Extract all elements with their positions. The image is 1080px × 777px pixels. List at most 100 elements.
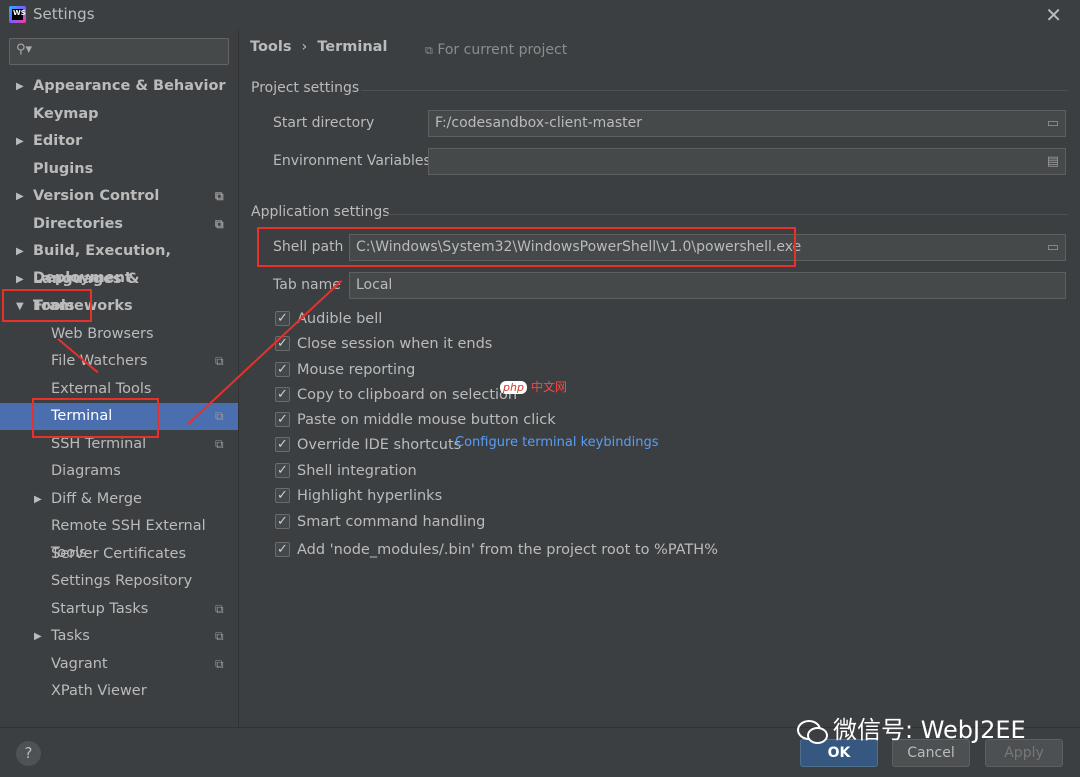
- checkbox[interactable]: [275, 358, 290, 382]
- wechat-watermark: 微信号: WebJ2EE: [795, 710, 1026, 745]
- search-input[interactable]: ⚲▾: [9, 38, 229, 65]
- breadcrumb-parent[interactable]: Tools: [250, 39, 292, 55]
- sidebar-item-label: Diff & Merge: [51, 490, 142, 507]
- chevron-right-icon[interactable]: ▶: [16, 183, 24, 210]
- project-scope-icon: ⧉: [215, 216, 224, 231]
- folder-icon[interactable]: ▭: [1047, 235, 1059, 260]
- project-scope-icon: ⧉: [215, 601, 224, 616]
- checkbox[interactable]: [275, 307, 290, 331]
- sidebar-item-label: XPath Viewer: [51, 683, 147, 699]
- title-bar: WS Settings ✕: [0, 0, 1080, 30]
- window-title: Settings: [33, 5, 95, 23]
- sidebar-item-vagrant[interactable]: Vagrant ⧉: [0, 651, 238, 678]
- start-directory-field[interactable]: F:/codesandbox-client-master ▭: [428, 110, 1066, 137]
- checkbox-label: Paste on middle mouse button click: [297, 412, 556, 428]
- checkbox[interactable]: [275, 408, 290, 432]
- sidebar-item-build-execution-deployment[interactable]: ▶ Build, Execution, Deployment: [0, 238, 238, 286]
- checkbox-label: Override IDE shortcuts: [297, 437, 462, 453]
- tab-name-field[interactable]: Local: [349, 272, 1066, 299]
- sidebar-item-web-browsers[interactable]: Web Browsers: [0, 321, 238, 348]
- sidebar-item-version-control[interactable]: ▶ Version Control ⧉: [0, 183, 238, 210]
- checkbox[interactable]: [275, 433, 290, 457]
- checkbox[interactable]: [275, 484, 290, 508]
- sidebar-item-label: Directories: [33, 215, 124, 232]
- sidebar-item-appearance-behavior[interactable]: ▶ Appearance & Behavior: [0, 73, 238, 100]
- chevron-right-icon[interactable]: ▶: [34, 623, 42, 650]
- checkbox-label: Close session when it ends: [297, 336, 493, 352]
- tools-highlight: [2, 289, 92, 322]
- sidebar-item-label: Startup Tasks: [51, 600, 149, 617]
- section-divider: [385, 214, 1068, 215]
- project-scope-icon: ⧉: [215, 189, 224, 203]
- configure-keybindings-link[interactable]: Configure terminal keybindings: [455, 435, 659, 450]
- checkbox-label: Copy to clipboard on selection: [297, 387, 518, 403]
- breadcrumb-separator: ›: [301, 39, 308, 55]
- search-icon: ⚲▾: [16, 42, 33, 57]
- checkbox-label: Mouse reporting: [297, 362, 416, 378]
- tab-name-value: Local: [356, 277, 393, 293]
- project-settings-title: Project settings: [251, 80, 360, 96]
- sidebar-item-remote-ssh-external-tools[interactable]: Remote SSH External Tools: [0, 513, 238, 561]
- sidebar-item-editor[interactable]: ▶ Editor: [0, 128, 238, 155]
- edit-list-icon[interactable]: ▤: [1047, 149, 1059, 174]
- chevron-right-icon[interactable]: ▶: [16, 128, 24, 155]
- project-scope-icon: ⧉: [215, 409, 224, 423]
- sidebar-item-label: Server Certificates: [51, 545, 187, 562]
- sidebar-item-settings-repository[interactable]: Settings Repository: [0, 568, 238, 595]
- for-current-project-label: For current project: [437, 42, 568, 58]
- folder-icon[interactable]: ▭: [1047, 111, 1059, 136]
- sidebar-item-xpath-viewer[interactable]: XPath Viewer: [0, 678, 238, 705]
- checkbox-label: Add 'node_modules/.bin' from the project…: [297, 542, 718, 558]
- sidebar-item-keymap[interactable]: Keymap: [0, 101, 238, 128]
- chevron-right-icon[interactable]: ▶: [16, 73, 24, 100]
- sidebar-item-label: Tasks: [51, 628, 90, 644]
- section-divider: [361, 90, 1068, 91]
- checkbox[interactable]: [275, 383, 290, 407]
- project-scope-icon: ⧉: [215, 656, 224, 671]
- checkbox[interactable]: [275, 510, 290, 534]
- project-scope-icon: ⧉: [215, 629, 224, 643]
- sidebar-item-diff-merge[interactable]: ▶ Diff & Merge: [0, 486, 238, 513]
- sidebar-item-label: Editor: [33, 133, 83, 149]
- breadcrumb-current: Terminal: [317, 39, 388, 55]
- sidebar-item-directories[interactable]: Directories ⧉: [0, 211, 238, 238]
- application-settings-title: Application settings: [251, 204, 390, 220]
- sidebar-item-plugins[interactable]: Plugins: [0, 156, 238, 183]
- sidebar-item-label: Appearance & Behavior: [33, 78, 226, 94]
- shell-path-highlight: [257, 227, 796, 267]
- sidebar-item-label: Diagrams: [51, 463, 121, 479]
- wechat-icon: [795, 718, 828, 744]
- sidebar-item-tasks[interactable]: ▶ Tasks ⧉: [0, 623, 238, 650]
- php-watermark: php 中文网: [500, 378, 567, 395]
- start-directory-label: Start directory: [273, 115, 375, 131]
- environment-variables-field[interactable]: ▤: [428, 148, 1066, 175]
- terminal-highlight: [32, 398, 159, 438]
- checkbox-label: Shell integration: [297, 463, 417, 479]
- sidebar-item-label: Settings Repository: [51, 573, 193, 589]
- webstorm-logo-icon: WS: [9, 6, 26, 23]
- sidebar-item-diagrams[interactable]: Diagrams: [0, 458, 238, 485]
- checkbox[interactable]: [275, 538, 290, 562]
- breadcrumb: Tools › Terminal: [250, 39, 387, 55]
- project-scope-icon: ⧉: [425, 44, 433, 57]
- help-button[interactable]: ?: [16, 741, 41, 766]
- for-current-project: ⧉ For current project: [425, 42, 567, 58]
- chevron-right-icon[interactable]: ▶: [16, 238, 24, 265]
- chevron-right-icon[interactable]: ▶: [34, 486, 42, 513]
- start-directory-value: F:/codesandbox-client-master: [435, 115, 643, 131]
- sidebar-item-label: File Watchers: [51, 353, 148, 369]
- checkbox-label: Highlight hyperlinks: [297, 488, 443, 504]
- sidebar-item-startup-tasks[interactable]: Startup Tasks ⧉: [0, 596, 238, 623]
- project-scope-icon: ⧉: [215, 354, 224, 368]
- sidebar-item-label: Web Browsers: [51, 325, 154, 342]
- environment-variables-label: Environment Variables: [273, 153, 431, 169]
- settings-content: Tools › Terminal ⧉ For current project Pro…: [239, 30, 1080, 727]
- sidebar-item-server-certificates[interactable]: Server Certificates: [0, 541, 238, 568]
- checkbox[interactable]: [275, 459, 290, 483]
- sidebar-item-label: Plugins: [33, 160, 94, 177]
- settings-sidebar: ⚲▾ ▶ Appearance & Behavior Keymap ▶ Editor Pl…: [0, 30, 238, 727]
- sidebar-item-label: Vagrant: [51, 655, 108, 672]
- sidebar-item-file-watchers[interactable]: File Watchers ⧉: [0, 348, 238, 375]
- sidebar-item-label: Keymap: [33, 105, 99, 122]
- close-icon[interactable]: ✕: [1045, 3, 1062, 27]
